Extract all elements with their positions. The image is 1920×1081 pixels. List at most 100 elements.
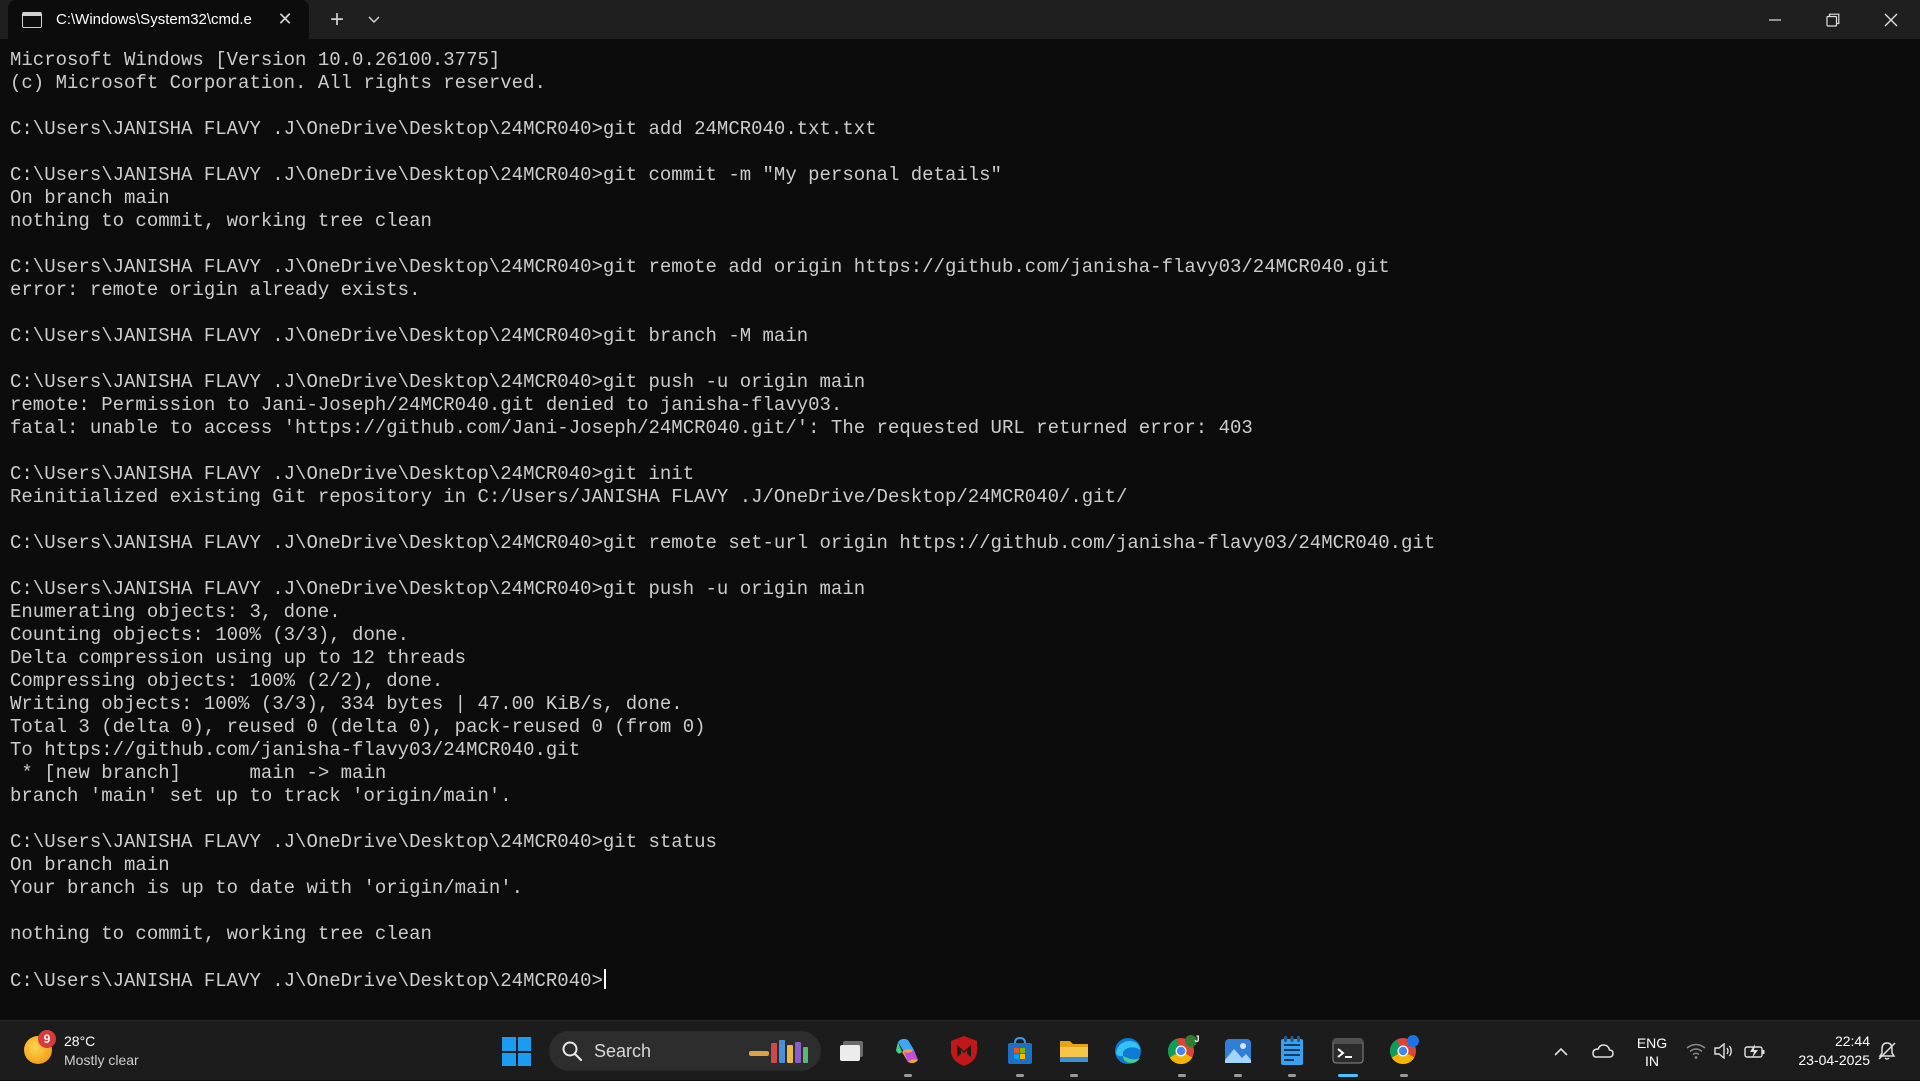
running-indicator [1288,1074,1296,1077]
running-indicator [904,1074,912,1077]
microsoft-store-icon [1008,1036,1032,1064]
edge-icon [1115,1038,1141,1064]
console-line: C:\Users\JANISHA FLAVY .J\OneDrive\Deskt… [10,463,695,485]
console-prompt-line[interactable]: C:\Users\JANISHA FLAVY .J\OneDrive\Deskt… [10,969,1910,992]
title-bar: C:\Windows\System32\cmd.e ✕ + [0,0,1920,39]
console-line: C:\Users\JANISHA FLAVY .J\OneDrive\Deskt… [10,256,1390,278]
close-window-button[interactable] [1862,0,1920,39]
console-line: On branch main [10,187,170,209]
running-indicator [1016,1074,1024,1077]
terminal-icon [1332,1038,1364,1064]
console-line: On branch main [10,854,170,876]
photos-button[interactable] [1218,1031,1258,1077]
running-indicator [1070,1074,1078,1077]
console-line: C:\Users\JANISHA FLAVY .J\OneDrive\Deskt… [10,578,866,600]
task-view-icon [840,1041,863,1061]
file-explorer-button[interactable] [1054,1031,1094,1077]
windows-logo-pane [517,1052,531,1066]
maximize-button[interactable] [1804,0,1862,39]
notepad-button[interactable] [1272,1031,1312,1077]
running-indicator [1178,1074,1186,1077]
edge-button[interactable] [1108,1031,1148,1071]
chrome-icon [1389,1035,1419,1065]
tab-dropdown-button[interactable] [362,5,386,35]
wifi-status[interactable] [1684,1021,1708,1081]
console-line: Compressing objects: 100% (2/2), done. [10,670,444,692]
running-indicator [1234,1074,1242,1077]
wifi-icon [1686,1043,1706,1059]
chrome-button[interactable] [1384,1031,1424,1077]
console-line: error: remote origin already exists. [10,279,421,301]
mcafee-button[interactable] [944,1031,984,1071]
windows-logo-pane [517,1037,531,1051]
taskbar-search[interactable]: Search [549,1031,821,1071]
books-illustration-icon [747,1037,811,1065]
console-line: remote: Permission to Jani-Joseph/24MCR0… [10,394,843,416]
chevron-down-icon [368,16,380,24]
console-line: (c) Microsoft Corporation. All rights re… [10,72,546,94]
region-code: IN [1645,1053,1659,1069]
copilot-button[interactable] [888,1031,928,1077]
language-indicator[interactable]: ENG IN [1632,1034,1672,1070]
active-indicator [1338,1074,1358,1077]
notifications-button[interactable] [1874,1021,1900,1081]
weather-temperature: 28°C [64,1033,96,1049]
weather-widget[interactable]: 9 28°C Mostly clear [24,1030,194,1072]
console-line: Microsoft Windows [Version 10.0.26100.37… [10,49,501,71]
task-view-button[interactable] [832,1031,872,1071]
onedrive-cloud-icon [1592,1044,1614,1058]
console-line: branch 'main' set up to track 'origin/ma… [10,785,512,807]
console-line: fatal: unable to access 'https://github.… [10,417,1253,439]
windows-logo-icon [502,1037,516,1051]
console-line: Writing objects: 100% (3/3), 334 bytes |… [10,693,683,715]
start-button[interactable] [502,1037,531,1066]
onedrive-button[interactable] [1588,1021,1616,1081]
chrome-profile-letter: J [1194,1034,1200,1044]
chrome-profile-j-button[interactable]: J [1162,1031,1202,1077]
cmd-icon [22,11,42,28]
weather-badge: 9 [38,1030,56,1048]
console-output[interactable]: Microsoft Windows [Version 10.0.26100.37… [10,49,1910,1009]
terminal-button[interactable] [1328,1031,1368,1077]
taskbar: 9 28°C Mostly clear Search J ENG IN 22:4… [0,1020,1920,1080]
console-line: C:\Users\JANISHA FLAVY .J\OneDrive\Deskt… [10,325,809,347]
text-cursor [603,969,606,989]
console-line: Your branch is up to date with 'origin/m… [10,877,524,899]
battery-status[interactable] [1742,1021,1768,1081]
file-explorer-icon [1060,1041,1088,1062]
new-tab-button[interactable]: + [322,5,352,35]
clock[interactable]: 22:44 23-04-2025 [1780,1032,1870,1070]
copilot-icon [896,1038,918,1064]
console-line: C:\Users\JANISHA FLAVY .J\OneDrive\Deskt… [10,371,866,393]
console-line: Delta compression using up to 12 threads [10,647,467,669]
console-line: Counting objects: 100% (3/3), done. [10,624,410,646]
tab-cmd[interactable]: C:\Windows\System32\cmd.e ✕ [8,0,309,39]
console-line: * [new branch] main -> main [10,762,387,784]
microsoft-store-button[interactable] [1000,1031,1040,1077]
close-icon [1884,13,1898,26]
mcafee-icon [951,1036,977,1066]
console-line: C:\Users\JANISHA FLAVY .J\OneDrive\Deskt… [10,532,1436,554]
console-line: Reinitialized existing Git repository in… [10,486,1128,508]
minimize-button[interactable] [1746,0,1804,39]
chevron-up-icon [1554,1047,1568,1056]
notification-bell-icon [1878,1042,1896,1060]
battery-charging-icon [1744,1044,1765,1058]
volume-icon [1714,1043,1732,1059]
close-tab-icon[interactable]: ✕ [275,9,295,29]
console-prompt: C:\Users\JANISHA FLAVY .J\OneDrive\Deskt… [10,970,603,992]
weather-condition: Mostly clear [64,1052,139,1068]
show-hidden-icons-button[interactable] [1548,1021,1574,1081]
tab-title: C:\Windows\System32\cmd.e [56,11,252,28]
volume-status[interactable] [1712,1021,1736,1081]
console-line: C:\Users\JANISHA FLAVY .J\OneDrive\Deskt… [10,831,717,853]
clock-time: 22:44 [1834,1033,1870,1049]
